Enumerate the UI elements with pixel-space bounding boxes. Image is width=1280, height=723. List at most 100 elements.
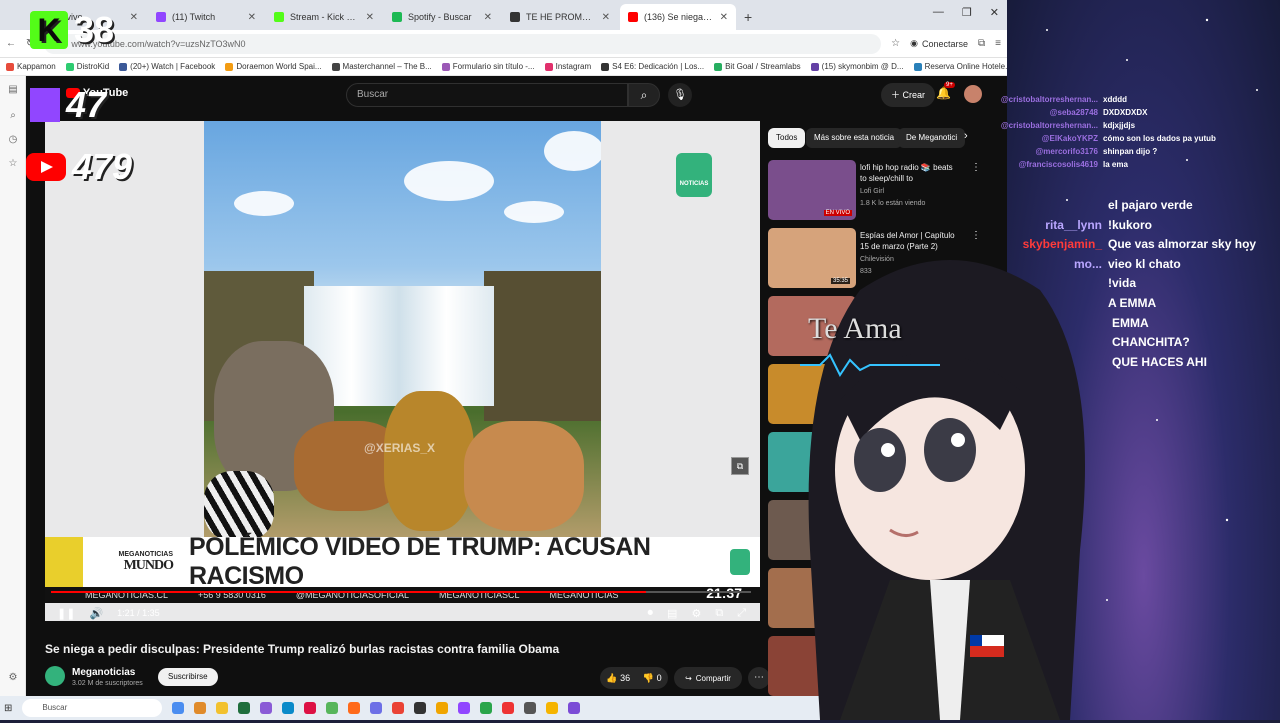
browser-tab[interactable]: TE HE PROMETIDO, Leo Dan: Ac ✕ <box>502 4 618 30</box>
filter-chip[interactable]: Más sobre esta noticia <box>806 128 903 148</box>
chat-message-text: DXDXDXDX <box>1103 108 1148 117</box>
kebab-menu-icon[interactable]: ⋮ <box>971 162 981 173</box>
channel-avatar[interactable] <box>45 666 65 686</box>
chat-text: cómo son los dados pa yutub <box>1103 134 1216 143</box>
sidebar-search-icon[interactable]: ⌕ <box>7 110 19 122</box>
sidebar-history-icon[interactable]: ◷ <box>7 134 19 146</box>
app2-icon[interactable] <box>304 702 317 714</box>
bookmark-item[interactable]: (15) skymonbim @ D... <box>810 62 904 71</box>
back-icon[interactable]: ← <box>6 38 16 49</box>
dislike-button[interactable]: 👎 0 <box>643 673 662 684</box>
browser-tab[interactable]: Spotify - Buscar ✕ <box>384 4 500 30</box>
explorer-icon[interactable] <box>216 702 229 714</box>
recommended-title[interactable]: Espías del Amor | Capítulo 15 de marzo (… <box>860 230 960 252</box>
sidebar-settings-icon[interactable]: ⚙ <box>7 672 19 684</box>
browser-tab[interactable]: (136) Se niega a pedir discu ✕ <box>620 4 736 30</box>
close-window-icon[interactable]: ✕ <box>990 6 999 19</box>
bookmark-item[interactable]: Instagram <box>544 62 591 71</box>
bookmark-item[interactable]: Bit Goal / Streamlabs <box>714 62 801 71</box>
browser-tab[interactable]: (11) Twitch ✕ <box>148 4 264 30</box>
pause-icon[interactable]: ❚❚ <box>57 607 75 620</box>
autoplay-icon[interactable]: ⏺ <box>648 607 654 620</box>
volume-icon[interactable]: 🔊 <box>89 607 103 620</box>
tab-close-icon[interactable]: ✕ <box>484 12 492 23</box>
bookmark-item[interactable]: Doraemon World Spai... <box>225 62 322 71</box>
edge-icon[interactable] <box>194 702 207 714</box>
search-input[interactable]: Buscar <box>346 83 628 107</box>
kebab-menu-icon[interactable]: ⋮ <box>971 230 981 241</box>
share-button[interactable]: ↪ Compartir <box>674 667 742 689</box>
subtitles-icon[interactable]: ▤ <box>667 607 677 620</box>
browser-sidebar: ▤ ⌕ ◷ ☆ ⚙ <box>0 76 26 696</box>
bookmark-item[interactable]: (20+) Watch | Facebook <box>119 62 215 71</box>
app4-icon[interactable] <box>370 702 383 714</box>
url-field[interactable]: ⓘ www.youtube.com/watch?v=uzsNzTO3wN0 <box>44 33 882 54</box>
sidebar-favorites-icon[interactable]: ☆ <box>7 158 19 170</box>
tab-close-icon[interactable]: ✕ <box>248 12 256 23</box>
new-tab-button[interactable]: + <box>738 4 758 30</box>
bookmark-item[interactable]: DistroKid <box>65 62 109 71</box>
banner-brand: MEGANOTICIAS MUNDO <box>45 537 181 587</box>
bookmark-item[interactable]: Reserva Online Hotele... <box>913 62 1007 71</box>
video-player[interactable]: @XERIAS_X NOTICIAS ⧉ MEGANOTICIAS MUNDO … <box>45 121 760 621</box>
app3-icon[interactable] <box>326 702 339 714</box>
tab-close-icon[interactable]: ✕ <box>720 12 728 23</box>
pip-icon[interactable]: ⧉ <box>731 457 749 475</box>
settings-icon[interactable]: ⚙ <box>691 607 701 620</box>
extensions-icon[interactable]: ⧉ <box>978 38 985 49</box>
tab-close-icon[interactable]: ✕ <box>602 12 610 23</box>
app10-icon[interactable] <box>568 702 581 714</box>
miniplayer-icon[interactable]: ⧉ <box>715 607 723 620</box>
channel-name[interactable]: Meganoticias <box>72 667 135 678</box>
recommended-channel[interactable]: Lofi Girl <box>860 188 884 195</box>
minimize-icon[interactable]: — <box>933 6 944 19</box>
filter-chip[interactable]: De Meganotici <box>898 128 966 148</box>
recommended-thumbnail[interactable]: EN VIVO <box>768 160 856 220</box>
subscribe-button[interactable]: Suscribirse <box>158 668 218 686</box>
tab-close-icon[interactable]: ✕ <box>130 12 138 23</box>
bookmark-item[interactable]: Masterchannel – The B... <box>331 62 432 71</box>
connect-button[interactable]: ◉ Conectarse <box>910 38 968 49</box>
channel-row: Meganoticias 3.02 M de suscriptores Susc… <box>45 664 770 692</box>
sidebar-tab-icon[interactable]: ▤ <box>7 84 19 96</box>
restore-icon[interactable]: ❐ <box>962 6 972 19</box>
task-view-icon[interactable] <box>172 702 185 714</box>
tab-close-icon[interactable]: ✕ <box>366 12 374 23</box>
bell-icon[interactable]: 🔔 <box>936 86 951 100</box>
chips-next-icon[interactable]: › <box>964 130 968 142</box>
app6-icon[interactable] <box>458 702 471 714</box>
start-icon[interactable]: ⊞ <box>4 703 12 714</box>
bookmark-item[interactable]: S4 E6: Dedicación | Los... <box>601 62 704 71</box>
obs-icon[interactable] <box>414 702 427 714</box>
app5-icon[interactable] <box>436 702 449 714</box>
search-button[interactable]: ⌕ <box>628 83 660 107</box>
app8-icon[interactable] <box>524 702 537 714</box>
browser-tab[interactable]: Stream - Kick Dashboard ✕ <box>266 4 382 30</box>
create-button[interactable]: ＋ Crear <box>881 83 936 107</box>
recommended-title[interactable]: lofi hip hop radio 📚 beats to sleep/chil… <box>860 162 960 184</box>
like-button[interactable]: 👍 36 <box>606 673 630 684</box>
bookmark-item[interactable]: Kappamon <box>6 62 56 71</box>
taskbar-search[interactable]: Buscar <box>22 699 163 717</box>
bookmark-item[interactable]: Formulario sin título -... <box>441 62 535 71</box>
voice-search-button[interactable]: 🎙 <box>668 83 692 107</box>
app7-icon[interactable] <box>480 702 493 714</box>
chrome-icon[interactable] <box>392 702 405 714</box>
more-actions-button[interactable]: ⋯ <box>748 667 770 689</box>
bookmark-label: S4 E6: Dedicación | Los... <box>612 62 705 71</box>
edge-browser-icon[interactable] <box>282 702 295 714</box>
fullscreen-icon[interactable]: ⤢ <box>737 607 746 620</box>
avatar[interactable] <box>964 85 982 103</box>
app9-icon[interactable] <box>546 702 559 714</box>
dislike-count: 0 <box>656 672 662 683</box>
filter-chip[interactable]: Todos <box>768 128 806 148</box>
bookmark-star-icon[interactable]: ☆ <box>891 38 900 49</box>
progress-bar[interactable] <box>51 591 751 593</box>
terminal-icon[interactable] <box>238 702 251 714</box>
menu-icon[interactable]: ≡ <box>995 38 1001 49</box>
profile-icon: ◉ <box>910 38 918 48</box>
opera-icon[interactable] <box>502 702 515 714</box>
recommended-video[interactable]: EN VIVO lofi hip hop radio 📚 beats to sle… <box>768 160 981 222</box>
firefox-icon[interactable] <box>348 702 361 714</box>
app-icon[interactable] <box>260 702 273 714</box>
